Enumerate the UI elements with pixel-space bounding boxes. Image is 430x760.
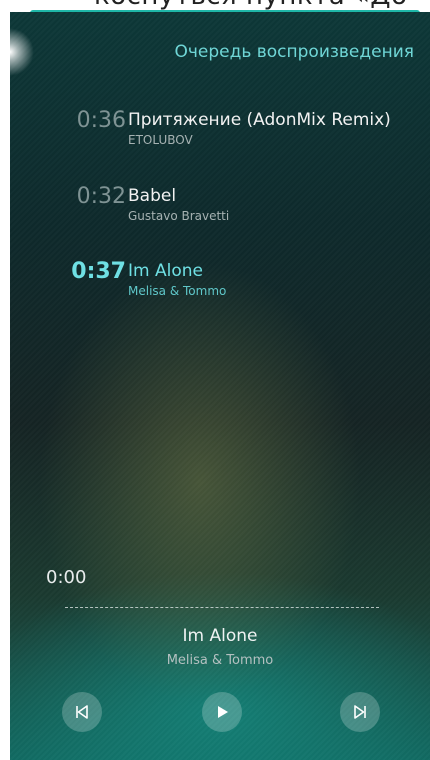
next-button[interactable] [340, 692, 380, 732]
light-glow [10, 28, 34, 76]
queue-title: Очередь воспроизведения [174, 42, 414, 62]
play-icon [213, 703, 231, 721]
now-playing-artist: Melisa & Tommo [166, 653, 274, 668]
play-button[interactable] [202, 692, 242, 732]
track-title: Babel [128, 186, 177, 206]
track-artist: ETOLUBOV [128, 133, 193, 147]
progress-bar[interactable] [65, 607, 379, 608]
player-screen: Очередь воспроизведения 0:36 Притяжение … [10, 12, 430, 760]
track-title: Притяжение (AdonMix Remix) [128, 110, 391, 130]
track-time: 0:37 [71, 259, 126, 284]
skip-next-icon [351, 703, 369, 721]
now-playing-title: Im Alone [182, 626, 258, 646]
skip-previous-icon [73, 703, 91, 721]
track-time: 0:32 [76, 184, 126, 209]
queue-item-current[interactable]: 0:37 Im Alone Melisa & Tommo [10, 259, 430, 309]
elapsed-time: 0:00 [46, 567, 87, 588]
track-title: Im Alone [128, 261, 203, 281]
queue-item[interactable]: 0:32 Babel Gustavo Bravetti [10, 184, 430, 234]
queue-item[interactable]: 0:36 Притяжение (AdonMix Remix) ETOLUBOV [10, 108, 430, 158]
track-artist: Gustavo Bravetti [128, 209, 230, 223]
previous-button[interactable] [62, 692, 102, 732]
track-time: 0:36 [76, 108, 126, 133]
track-artist: Melisa & Tommo [128, 284, 227, 298]
